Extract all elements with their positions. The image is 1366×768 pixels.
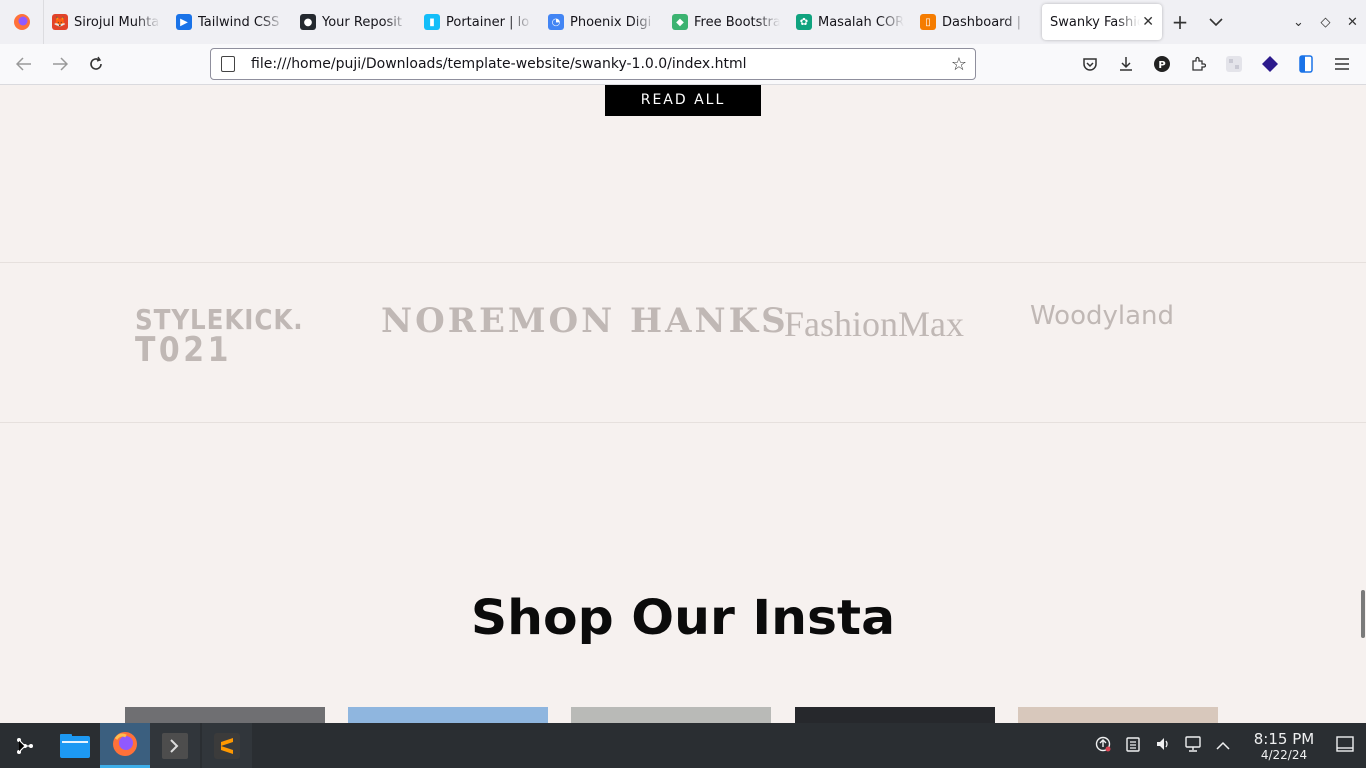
tab-2[interactable]: ● Your Reposit xyxy=(292,4,416,40)
downloads-icon[interactable] xyxy=(1108,48,1144,80)
back-arrow-icon xyxy=(16,57,31,71)
tab-title: Dashboard | xyxy=(942,14,1028,30)
bookmark-star-icon[interactable]: ☆ xyxy=(951,54,967,75)
tab-favicon-icon: ◆ xyxy=(672,14,688,30)
tab-0[interactable]: 🦊 Sirojul Muhta xyxy=(44,4,168,40)
tab-strip: 🦊 Sirojul Muhta ▶ Tailwind CSS ● Your Reposit… xyxy=(0,0,1366,44)
section-title-shop-insta: Shop Our Insta xyxy=(470,590,896,646)
show-desktop-icon[interactable] xyxy=(1330,735,1360,756)
page-scrollbar[interactable] xyxy=(1361,590,1365,638)
tab-favicon-icon: 🦊 xyxy=(52,14,68,30)
brand-logo-noremon-hanks[interactable]: NOREMON HANKS xyxy=(381,301,789,341)
sidebar-extension-icon[interactable] xyxy=(1288,48,1324,80)
extensions-icon[interactable] xyxy=(1180,48,1216,80)
task-terminal[interactable] xyxy=(150,723,200,768)
web-page-content: READ ALL STYLEKICK. T021 NOREMON HANKS F… xyxy=(0,85,1366,723)
new-tab-button[interactable]: + xyxy=(1162,4,1198,40)
firefox-icon xyxy=(13,14,30,30)
insta-image[interactable] xyxy=(348,707,548,723)
back-button[interactable] xyxy=(6,48,42,80)
tab-title: Free Bootstra xyxy=(694,14,780,30)
forward-button[interactable] xyxy=(42,48,78,80)
url-text[interactable]: file:///home/puji/Downloads/template-web… xyxy=(251,56,951,72)
window-controls: ⌄ ◇ ✕ xyxy=(1285,0,1366,44)
profile-extension-icon[interactable]: P xyxy=(1144,48,1180,80)
tab-title: Portainer | lo xyxy=(446,14,532,30)
pocket-icon[interactable] xyxy=(1072,48,1108,80)
list-all-tabs-button[interactable] xyxy=(1198,4,1234,40)
layers-extension-icon[interactable] xyxy=(1252,48,1288,80)
address-bar[interactable]: file:///home/puji/Downloads/template-web… xyxy=(210,48,976,80)
tab-active[interactable]: Swanky Fashio ✕ xyxy=(1042,4,1162,40)
chevron-down-icon xyxy=(1209,18,1223,27)
tab-6[interactable]: ✿ Masalah COR xyxy=(788,4,912,40)
forward-arrow-icon xyxy=(53,57,68,71)
digital-clock[interactable]: 8:15 PM 4/22/24 xyxy=(1244,730,1324,762)
tab-favicon-icon: ▯ xyxy=(920,14,936,30)
reload-icon xyxy=(90,56,102,70)
tab-1[interactable]: ▶ Tailwind CSS xyxy=(168,4,292,40)
tab-4[interactable]: ◔ Phoenix Digi xyxy=(540,4,664,40)
tab-favicon-icon: ▶ xyxy=(176,14,192,30)
clipboard-icon[interactable] xyxy=(1118,736,1148,756)
launcher-icon xyxy=(17,737,33,754)
clock-date: 4/22/24 xyxy=(1260,747,1308,762)
tab-5[interactable]: ◆ Free Bootstra xyxy=(664,4,788,40)
navigation-toolbar: file:///home/puji/Downloads/template-web… xyxy=(0,44,1366,85)
task-file-manager[interactable] xyxy=(50,723,100,768)
tab-title: Tailwind CSS xyxy=(198,14,284,30)
tab-7[interactable]: ▯ Dashboard | xyxy=(912,4,1036,40)
update-notifier-icon[interactable] xyxy=(1088,736,1118,756)
insta-image[interactable] xyxy=(795,707,995,723)
show-hidden-icons-chevron-up-icon[interactable] xyxy=(1208,737,1238,755)
tab-favicon-icon: ◔ xyxy=(548,14,564,30)
taskbar: 8:15 PM 4/22/24 xyxy=(0,723,1366,768)
task-sublime-text[interactable] xyxy=(202,723,252,768)
maximize-icon[interactable]: ◇ xyxy=(1312,15,1339,30)
tab-favicon-icon: ● xyxy=(300,14,316,30)
folder-icon xyxy=(60,733,90,758)
tab-title: Masalah COR xyxy=(818,14,904,30)
volume-icon[interactable] xyxy=(1148,736,1178,756)
reload-button[interactable] xyxy=(78,48,114,80)
tab-favicon-icon: ▮ xyxy=(424,14,440,30)
page-icon xyxy=(221,56,235,72)
insta-image[interactable] xyxy=(1018,707,1218,723)
insta-image[interactable] xyxy=(125,707,325,723)
application-launcher-button[interactable] xyxy=(0,723,50,768)
minimize-icon[interactable]: ⌄ xyxy=(1285,15,1312,30)
terminal-icon xyxy=(162,732,188,759)
grid-extension-icon[interactable] xyxy=(1216,48,1252,80)
brand-logos-strip: STYLEKICK. T021 NOREMON HANKS FashionMax… xyxy=(0,262,1366,423)
network-icon[interactable] xyxy=(1178,735,1208,756)
hamburger-menu-icon[interactable] xyxy=(1324,48,1360,80)
close-tab-icon[interactable]: ✕ xyxy=(1142,14,1154,30)
task-firefox[interactable] xyxy=(100,723,150,768)
firefox-view-button[interactable] xyxy=(0,0,44,44)
tab-title: Swanky Fashio xyxy=(1050,14,1141,30)
tab-3[interactable]: ▮ Portainer | lo xyxy=(416,4,540,40)
brand-logo-stylekick[interactable]: STYLEKICK. T021 xyxy=(135,305,304,370)
toolbar-icons: P xyxy=(1072,44,1366,84)
tab-title: Sirojul Muhta xyxy=(74,14,160,30)
tab-title: Phoenix Digi xyxy=(570,14,656,30)
tab-title: Your Reposit xyxy=(322,14,408,30)
system-tray: 8:15 PM 4/22/24 xyxy=(1088,723,1366,768)
brand-stylekick-line2: T021 xyxy=(135,330,232,370)
svg-text:P: P xyxy=(1158,60,1165,71)
tab-favicon-icon: ✿ xyxy=(796,14,812,30)
sublime-text-icon xyxy=(214,732,240,759)
close-window-icon[interactable]: ✕ xyxy=(1339,15,1366,30)
insta-image[interactable] xyxy=(571,707,771,723)
read-all-button[interactable]: READ ALL xyxy=(605,85,761,116)
firefox-icon xyxy=(113,732,137,756)
brand-logo-fashionmax[interactable]: FashionMax xyxy=(784,303,964,345)
clock-time: 8:15 PM xyxy=(1253,729,1315,748)
brand-logo-woodyland[interactable]: Woodyland xyxy=(1030,301,1174,331)
